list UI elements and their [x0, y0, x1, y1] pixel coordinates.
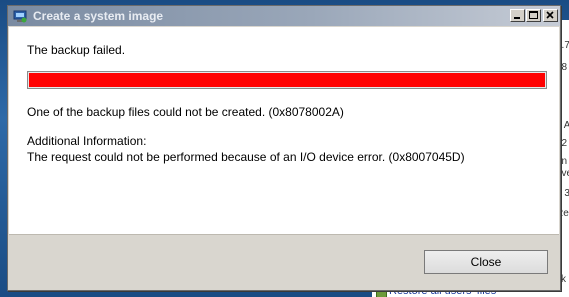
progress-fill [29, 73, 545, 87]
close-button[interactable]: Close [424, 250, 548, 274]
additional-info-detail: The request could not be performed becau… [27, 150, 465, 164]
create-system-image-dialog: Create a system image The backup failed.… [7, 5, 561, 291]
additional-info-heading: Additional Information: [27, 134, 147, 148]
maximize-button[interactable] [526, 9, 541, 22]
maximize-icon [529, 11, 538, 19]
backup-progress-bar [27, 71, 547, 89]
minimize-button[interactable] [510, 9, 525, 22]
minimize-icon [514, 17, 520, 19]
backup-app-icon [13, 10, 27, 23]
title-bar[interactable]: Create a system image [8, 6, 560, 26]
dialog-content: The backup failed. One of the backup fil… [9, 27, 559, 234]
status-headline: The backup failed. [27, 43, 126, 57]
close-icon [546, 11, 554, 19]
close-window-button[interactable] [543, 9, 558, 22]
window-title: Create a system image [33, 9, 164, 23]
dialog-footer: Close [9, 234, 559, 290]
error-message: One of the backup files could not be cre… [27, 105, 344, 119]
